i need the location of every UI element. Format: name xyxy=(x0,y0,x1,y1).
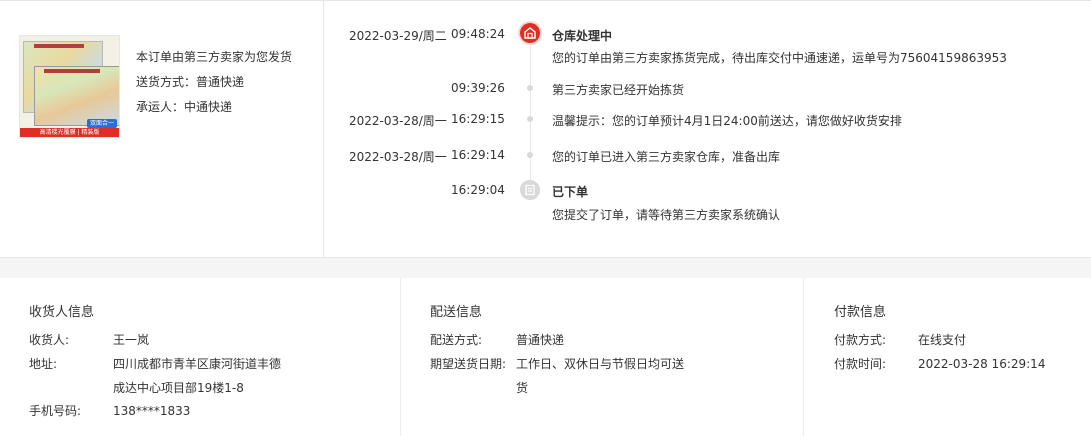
receiver-address-line2: 成达中心项目部19楼1-8 xyxy=(113,381,244,395)
timeline-date: 2022-03-28/周一 xyxy=(349,114,447,128)
delivery-expected-row: 期望送货日期: 工作日、双休日与节假日均可送 货 xyxy=(430,352,790,400)
shipment-summary: 双面合一 高清楼光覆膜 | 精装版 本订单由第三方卖家为您发货 送货方式：普通快… xyxy=(0,1,324,257)
section-divider xyxy=(0,258,1091,278)
field-label: 期望送货日期: xyxy=(430,357,507,371)
receiver-address-line1: 四川成都市青羊区康河街道丰德 xyxy=(113,357,282,371)
timeline-dot xyxy=(527,85,533,91)
timeline-dot xyxy=(527,152,533,158)
thumbnail-badge: 双面合一 xyxy=(86,119,117,128)
timeline-date: 2022-03-29/周二 xyxy=(349,29,447,43)
delivery-expected-line1: 工作日、双休日与节假日均可送 xyxy=(516,357,685,371)
field-label: 配送方式: xyxy=(430,333,483,347)
receiver-phone: 138****1833 xyxy=(113,404,191,418)
receiver-info: 收货人信息 收货人: 王一岚 地址: 四川成都市青羊区康河街道丰德 成达中心项目… xyxy=(0,278,401,436)
timeline-desc: 温馨提示：您的订单预计4月1日24:00前送达，请您做好收货安排 xyxy=(552,114,902,128)
timeline-time: 16:29:15 xyxy=(451,112,505,126)
payment-time: 2022-03-28 16:29:14 xyxy=(918,357,1046,371)
tracking-timeline: 2022-03-29/周二 09:48:24 仓库处理中 您的订单由第三方卖家拣… xyxy=(325,1,1091,257)
receiver-address-row: 地址: 四川成都市青羊区康河街道丰德 成达中心项目部19楼1-8 xyxy=(29,352,389,400)
delivery-method: 普通快递 xyxy=(516,333,565,347)
shipping-method: 送货方式：普通快递 xyxy=(136,75,245,89)
timeline-time: 09:39:26 xyxy=(451,81,505,95)
order-placed-icon xyxy=(520,180,540,200)
receiver-phone-row: 手机号码: 138****1833 xyxy=(29,399,389,423)
field-label: 收货人: xyxy=(29,333,70,347)
field-label: 付款方式: xyxy=(834,333,887,347)
section-title: 收货人信息 xyxy=(29,305,95,320)
timeline-time: 16:29:14 xyxy=(451,148,505,162)
warehouse-icon xyxy=(520,23,540,43)
map-title-strip xyxy=(34,44,84,48)
thumbnail-banner: 高清楼光覆膜 | 精装版 xyxy=(20,128,119,137)
field-label: 手机号码: xyxy=(29,404,82,418)
timeline-time: 16:29:04 xyxy=(451,183,505,197)
receiver-name-row: 收货人: 王一岚 xyxy=(29,328,389,352)
timeline-title: 仓库处理中 xyxy=(552,29,613,43)
timeline-dot xyxy=(527,116,533,122)
field-label: 付款时间: xyxy=(834,357,887,371)
carrier: 承运人：中通快递 xyxy=(136,100,233,114)
timeline-line xyxy=(530,37,531,189)
receiver-name: 王一岚 xyxy=(113,333,150,347)
order-tracking-panel: 双面合一 高清楼光覆膜 | 精装版 本订单由第三方卖家为您发货 送货方式：普通快… xyxy=(0,0,1091,258)
section-title: 付款信息 xyxy=(834,305,887,320)
timeline-desc: 您的订单由第三方卖家拣货完成，待出库交付中通速递，运单号为75604159863… xyxy=(552,51,1007,65)
payment-method: 在线支付 xyxy=(918,333,967,347)
shipping-details: 本订单由第三方卖家为您发货 送货方式：普通快递 承运人：中通快递 xyxy=(136,45,292,120)
payment-info: 付款信息 付款方式: 在线支付 付款时间: 2022-03-28 16:29:1… xyxy=(805,278,1091,436)
product-thumbnail[interactable]: 双面合一 高清楼光覆膜 | 精装版 xyxy=(19,35,120,138)
timeline-desc: 您的订单已进入第三方卖家仓库，准备出库 xyxy=(552,150,781,164)
delivery-expected-line2: 货 xyxy=(516,381,529,395)
delivery-info: 配送信息 配送方式: 普通快递 期望送货日期: 工作日、双休日与节假日均可送 货 xyxy=(402,278,804,436)
order-info-panel: 收货人信息 收货人: 王一岚 地址: 四川成都市青羊区康河街道丰德 成达中心项目… xyxy=(0,278,1091,436)
payment-method-row: 付款方式: 在线支付 xyxy=(834,328,1084,352)
timeline-time: 09:48:24 xyxy=(451,27,505,41)
seller-note: 本订单由第三方卖家为您发货 xyxy=(136,50,293,64)
section-title: 配送信息 xyxy=(430,305,483,320)
payment-time-row: 付款时间: 2022-03-28 16:29:14 xyxy=(834,352,1084,376)
delivery-method-row: 配送方式: 普通快递 xyxy=(430,328,790,352)
timeline-date: 2022-03-28/周一 xyxy=(349,150,447,164)
map-title-strip xyxy=(44,69,100,73)
timeline-desc: 第三方卖家已经开始拣货 xyxy=(552,83,685,97)
field-label: 地址: xyxy=(29,357,58,371)
timeline-desc: 您提交了订单，请等待第三方卖家系统确认 xyxy=(552,208,781,222)
timeline-title: 已下单 xyxy=(552,185,589,199)
map-image-front xyxy=(34,66,119,126)
